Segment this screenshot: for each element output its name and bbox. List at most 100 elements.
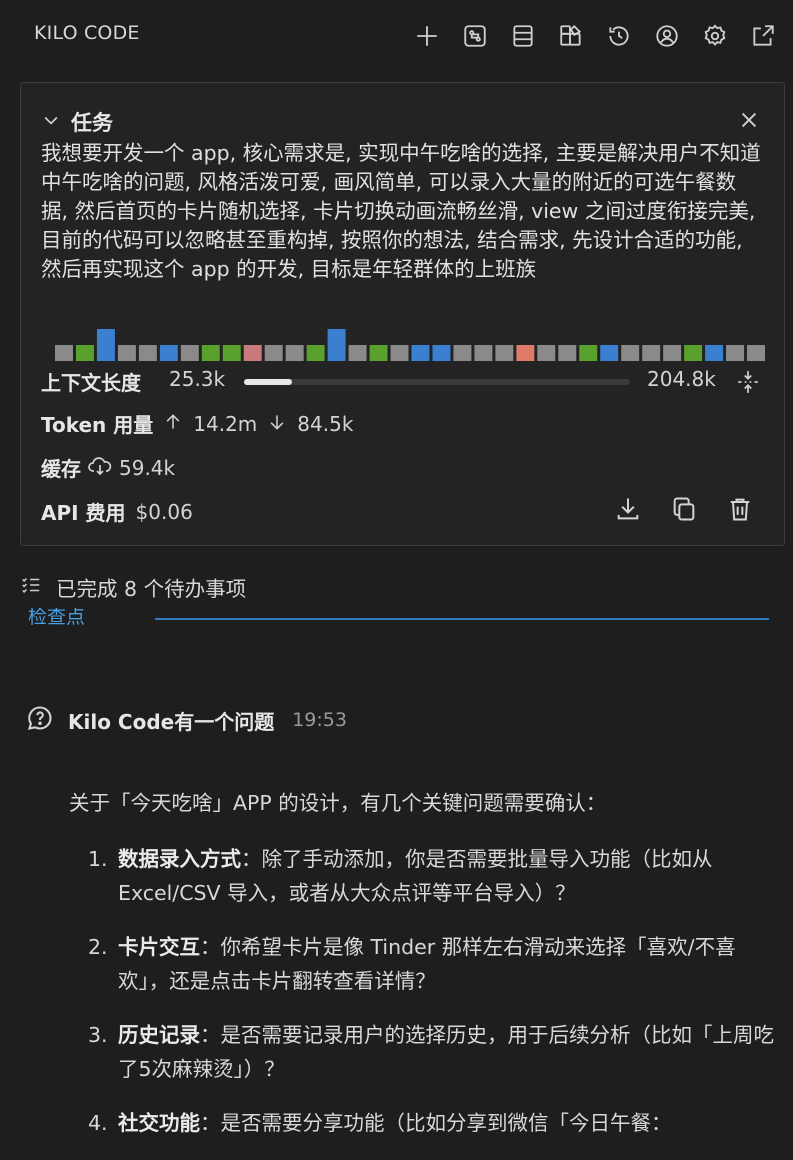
cache-row: 缓存 59.4k	[41, 453, 175, 482]
message-intro: 关于「今天吃啥」APP 的设计，有几个关键问题需要确认：	[69, 791, 607, 815]
header-toolbar	[409, 18, 781, 54]
history-icon	[609, 26, 629, 46]
task-card: 任务 我想要开发一个 app, 核心需求是, 实现中午吃啥的选择, 主要是解决用…	[20, 82, 785, 546]
context-block	[180, 345, 199, 361]
message-header: Kilo Code有一个问题 19:53	[26, 704, 347, 736]
plus-icon	[417, 26, 437, 46]
context-block	[411, 345, 430, 361]
popout-icon	[753, 25, 774, 46]
question-number: 4.	[88, 1111, 108, 1135]
context-block	[432, 345, 451, 361]
context-block	[222, 345, 241, 361]
mcp-icon	[464, 25, 486, 47]
question-title: 社交功能	[118, 1111, 200, 1135]
tokens-in-value: 14.2m	[193, 411, 258, 436]
brand-title: KILO CODE	[34, 22, 140, 44]
context-block	[327, 329, 346, 361]
question-text: ：是否需要记录用户的选择历史，用于后续分析（比如「上周吃了5次麻辣烫」）？	[118, 1023, 774, 1081]
context-block	[747, 345, 765, 361]
todo-summary[interactable]: 已完成 8 个待办事项	[20, 572, 246, 602]
context-max-value: 204.8k	[647, 367, 716, 391]
settings-button[interactable]	[697, 18, 733, 54]
marketplace-icon	[560, 24, 582, 46]
chevron-down-icon[interactable]	[41, 110, 61, 134]
checklist-icon	[20, 574, 42, 600]
delete-button[interactable]	[726, 495, 754, 527]
tokens-out-value: 84.5k	[297, 411, 354, 436]
question-title: 历史记录	[118, 1023, 200, 1047]
context-block	[285, 345, 304, 361]
context-length-label: 上下文长度	[41, 371, 141, 395]
token-usage-label: Token 用量	[41, 413, 154, 437]
history-button[interactable]	[601, 18, 637, 54]
context-block	[642, 345, 661, 361]
question-item: 1. 数据录入方式：除了手动添加，你是否需要批量导入功能（比如从 Excel/CS…	[88, 842, 778, 910]
app-header: KILO CODE	[0, 0, 793, 68]
question-text: ：你希望卡片是像 Tinder 那样左右滑动来选择「喜欢/不喜欢」，还是点击卡片…	[118, 935, 736, 993]
question-number: 2.	[88, 935, 108, 959]
context-block	[537, 345, 556, 361]
task-title: 任务	[71, 111, 113, 135]
context-block	[243, 345, 262, 361]
modes-button[interactable]	[505, 18, 541, 54]
message-author: Kilo Code有一个问题	[68, 709, 275, 734]
token-usage-row: Token 用量 14.2m 84.5k	[41, 409, 353, 438]
open-in-editor-button[interactable]	[745, 18, 781, 54]
question-body: 卡片交互：你希望卡片是像 Tinder 那样左右滑动来选择「喜欢/不喜欢」，还是…	[118, 930, 778, 998]
context-block	[96, 329, 115, 361]
cache-label: 缓存	[41, 457, 81, 481]
copy-button[interactable]	[670, 495, 698, 527]
todo-summary-text: 已完成 8 个待办事项	[56, 577, 247, 601]
mcp-servers-button[interactable]	[457, 18, 493, 54]
checkpoint-divider[interactable]: 检查点	[28, 608, 773, 630]
context-block	[726, 345, 745, 361]
question-icon	[26, 704, 54, 736]
task-header[interactable]: 任务	[41, 107, 113, 137]
context-block	[369, 345, 388, 361]
close-task-button[interactable]	[738, 109, 760, 131]
question-item: 4. 社交功能：是否需要分享功能（比如分享到微信「今日午餐：	[88, 1106, 778, 1140]
context-block	[579, 345, 598, 361]
new-task-button[interactable]	[409, 18, 445, 54]
context-block	[201, 345, 220, 361]
stack-icon	[513, 25, 533, 47]
context-block	[55, 345, 73, 361]
context-length-row: 上下文长度 25.3k 204.8k	[41, 365, 771, 397]
task-description: 我想要开发一个 app, 核心需求是, 实现中午吃啥的选择, 主要是解决用户不知…	[41, 141, 761, 281]
context-progress-track	[244, 379, 630, 385]
context-block	[558, 345, 577, 361]
checkpoint-label: 检查点	[28, 608, 86, 628]
api-cost-row: API 费用 $0.06	[41, 497, 193, 526]
arrow-up-icon	[163, 412, 183, 436]
api-cost-label: API 费用	[41, 501, 126, 525]
trash-icon	[730, 498, 750, 521]
copy-icon	[673, 497, 695, 521]
question-title: 卡片交互	[118, 935, 200, 959]
marketplace-button[interactable]	[553, 18, 589, 54]
context-block	[684, 345, 703, 361]
context-progress-fill	[244, 379, 292, 385]
account-icon	[656, 25, 678, 47]
context-block	[306, 345, 325, 361]
context-used-value: 25.3k	[169, 367, 226, 391]
question-number: 1.	[88, 847, 108, 871]
account-button[interactable]	[649, 18, 685, 54]
context-block	[75, 345, 94, 361]
context-block	[474, 345, 493, 361]
context-block	[348, 345, 367, 361]
context-block	[495, 345, 514, 361]
arrow-down-icon	[267, 412, 287, 436]
context-block	[663, 345, 682, 361]
message-time: 19:53	[292, 709, 347, 731]
context-block	[621, 345, 640, 361]
context-block	[138, 345, 157, 361]
condense-context-button[interactable]	[735, 369, 761, 395]
close-icon	[741, 112, 757, 128]
question-body: 社交功能：是否需要分享功能（比如分享到微信「今日午餐：	[118, 1106, 672, 1140]
question-body: 历史记录：是否需要记录用户的选择历史，用于后续分析（比如「上周吃了5次麻辣烫」）…	[118, 1018, 778, 1086]
context-block	[264, 345, 283, 361]
export-button[interactable]	[614, 495, 642, 527]
question-item: 2. 卡片交互：你希望卡片是像 Tinder 那样左右滑动来选择「喜欢/不喜欢」，…	[88, 930, 778, 998]
context-block	[516, 345, 535, 361]
question-number: 3.	[88, 1023, 108, 1047]
